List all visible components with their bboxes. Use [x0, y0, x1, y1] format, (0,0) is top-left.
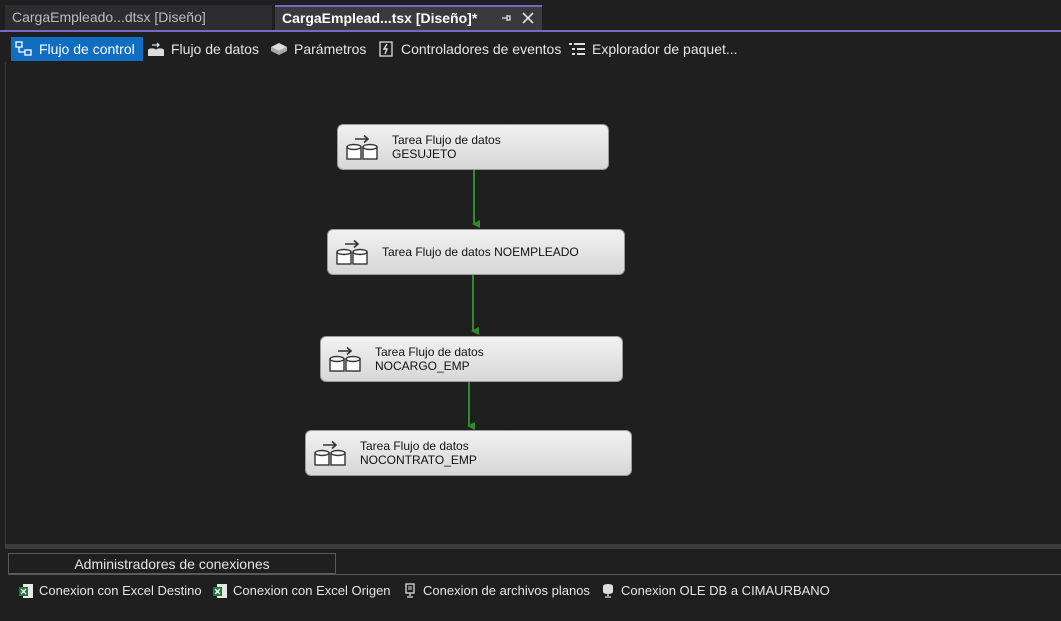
package-explorer-icon	[568, 40, 586, 56]
document-tab-strip: CargaEmpleado...dtsx [Diseño] CargaEmple…	[0, 0, 1061, 32]
tab-label: Flujo de datos	[171, 41, 259, 57]
tab-data-flow[interactable]: Flujo de datos	[143, 37, 267, 61]
tab-parameters[interactable]: Parámetros	[266, 37, 374, 61]
task-label-line1: Tarea Flujo de datos	[360, 439, 469, 453]
tab-event-handlers[interactable]: Controladores de eventos	[373, 37, 569, 61]
data-flow-task-icon	[327, 346, 363, 374]
task-label: Tarea Flujo de datos NOCARGO_EMP	[375, 345, 484, 373]
task-nocargo-emp[interactable]: Tarea Flujo de datos NOCARGO_EMP	[320, 336, 623, 382]
data-flow-task-icon	[312, 440, 348, 468]
data-flow-task-icon	[344, 134, 380, 162]
designer-toolbar: Flujo de control Flujo de datos Parámetr…	[5, 34, 1061, 62]
tab-cargaempleado-active[interactable]: CargaEmplead...tsx [Diseño]*	[275, 5, 542, 30]
event-handlers-icon	[377, 40, 395, 57]
tab-label: CargaEmpleado...dtsx [Diseño]	[12, 9, 206, 25]
task-noempleado[interactable]: Tarea Flujo de datos NOEMPLEADO	[327, 229, 625, 275]
control-flow-canvas[interactable]: Tarea Flujo de datos GESUJETO Tarea Fluj…	[5, 62, 1061, 544]
connection-label: Conexion con Excel Destino	[39, 583, 202, 598]
flat-file-icon	[402, 582, 418, 599]
task-label: Tarea Flujo de datos NOCONTRATO_EMP	[360, 439, 477, 467]
connection-flat-file[interactable]: Conexion de archivos planos	[402, 582, 590, 600]
data-flow-task-icon	[334, 239, 370, 267]
task-label-line2: NOCONTRATO_EMP	[360, 453, 477, 467]
tab-package-explorer[interactable]: Explorador de paquet...	[564, 37, 746, 61]
close-icon[interactable]	[521, 11, 535, 25]
connection-label: Conexion con Excel Origen	[233, 583, 391, 598]
excel-icon	[18, 583, 34, 599]
tab-cargaempleado-inactive[interactable]: CargaEmpleado...dtsx [Diseño]	[5, 5, 272, 30]
parameters-icon	[270, 40, 288, 56]
tab-label: CargaEmplead...tsx [Diseño]*	[282, 10, 478, 26]
connection-label: Conexion de archivos planos	[423, 583, 590, 598]
tab-label: Explorador de paquet...	[592, 41, 738, 57]
excel-icon	[212, 583, 228, 599]
connection-managers-panel: Administradores de conexiones Conexion c…	[5, 549, 1061, 621]
task-label-line2: GESUJETO	[392, 147, 457, 161]
divider	[8, 574, 1061, 575]
task-gesujeto[interactable]: Tarea Flujo de datos GESUJETO	[337, 124, 609, 170]
task-label-line1: Tarea Flujo de datos	[392, 133, 501, 147]
task-label-line1: Tarea Flujo de datos	[375, 345, 484, 359]
connection-excel-origen[interactable]: Conexion con Excel Origen	[212, 582, 391, 600]
tab-control-flow[interactable]: Flujo de control	[11, 37, 143, 61]
tab-label: Controladores de eventos	[401, 41, 562, 57]
control-flow-icon	[15, 40, 33, 56]
task-label-line2: NOCARGO_EMP	[375, 359, 470, 373]
connection-managers-header: Administradores de conexiones	[8, 553, 336, 574]
task-label: Tarea Flujo de datos NOEMPLEADO	[382, 245, 579, 259]
connection-label: Conexion OLE DB a CIMAURBANO	[621, 583, 830, 598]
data-flow-icon	[147, 40, 165, 57]
tab-label: Flujo de control	[39, 41, 135, 57]
connection-oledb-cimaurbano[interactable]: Conexion OLE DB a CIMAURBANO	[600, 582, 830, 600]
connection-excel-destino[interactable]: Conexion con Excel Destino	[18, 582, 202, 600]
task-label-line1: Tarea Flujo de datos NOEMPLEADO	[382, 245, 579, 259]
task-nocontrato-emp[interactable]: Tarea Flujo de datos NOCONTRATO_EMP	[305, 430, 632, 476]
oledb-icon	[600, 583, 616, 599]
pin-icon[interactable]	[499, 11, 513, 25]
task-label: Tarea Flujo de datos GESUJETO	[392, 133, 501, 161]
tab-label: Parámetros	[294, 41, 367, 57]
